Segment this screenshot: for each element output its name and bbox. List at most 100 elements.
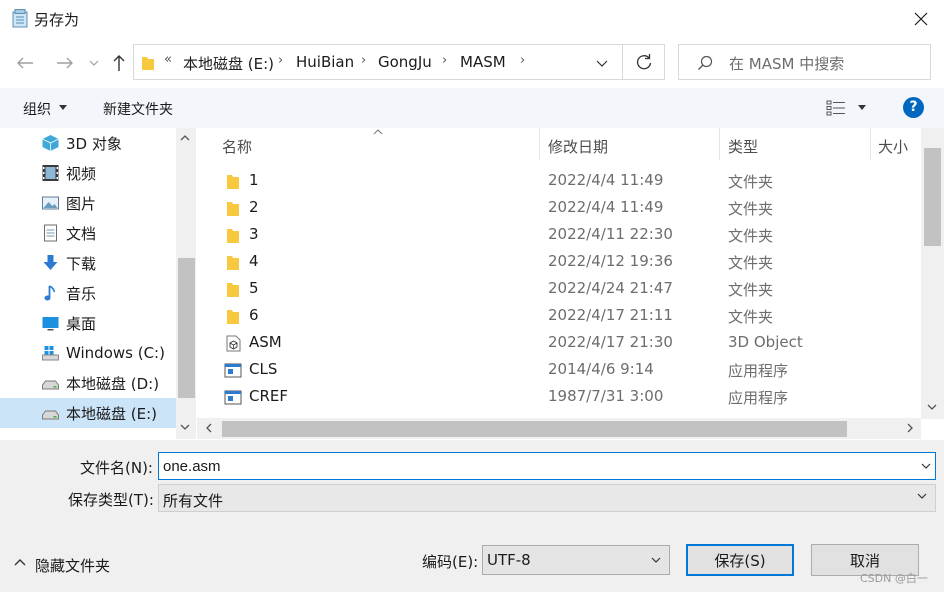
- encoding-select[interactable]: UTF-8: [482, 545, 670, 575]
- file-row[interactable]: 5 2022/4/24 21:47 文件夹: [197, 276, 917, 303]
- nav-label: 视频: [66, 164, 97, 183]
- nav-scroll-down-icon[interactable]: [180, 424, 190, 431]
- organize-dropdown-icon: [59, 105, 67, 110]
- music-icon: [44, 285, 56, 301]
- nav-item-windows-c[interactable]: Windows (C:): [0, 338, 176, 368]
- chevron-up-icon[interactable]: [14, 558, 26, 566]
- column-header-name[interactable]: 名称: [222, 136, 252, 157]
- sort-ascending-icon: [373, 129, 383, 135]
- recent-locations-button[interactable]: [86, 55, 102, 71]
- file-type: 文件夹: [728, 200, 774, 218]
- column-divider[interactable]: [539, 128, 540, 160]
- file-row[interactable]: CLS 2014/4/6 9:14 应用程序: [197, 357, 917, 384]
- nav-item-drive-d[interactable]: 本地磁盘 (D:): [0, 368, 176, 398]
- file-row[interactable]: 6 2022/4/17 21:11 文件夹: [197, 303, 917, 330]
- help-button[interactable]: ?: [903, 97, 924, 118]
- view-dropdown-icon[interactable]: [858, 105, 866, 110]
- filetype-label: 保存类型(T):: [68, 491, 154, 509]
- help-icon: ?: [909, 99, 918, 115]
- file-row[interactable]: 3 2022/4/11 22:30 文件夹: [197, 222, 917, 249]
- column-header-type[interactable]: 类型: [728, 136, 758, 157]
- 3d-file-icon: [226, 335, 241, 352]
- file-name: CREF: [249, 387, 289, 405]
- filename-history-chevron-icon[interactable]: [921, 463, 931, 469]
- file-row[interactable]: 4 2022/4/12 19:36 文件夹: [197, 249, 917, 276]
- nav-label: 本地磁盘 (E:): [66, 404, 158, 423]
- close-button[interactable]: [898, 0, 944, 38]
- nav-label: 音乐: [66, 284, 97, 303]
- app-icon: [224, 363, 242, 378]
- app-icon: [224, 390, 242, 405]
- column-header-size[interactable]: 大小: [878, 136, 908, 157]
- file-type: 应用程序: [728, 389, 789, 407]
- save-button[interactable]: 保存(S): [686, 544, 794, 576]
- video-icon: [42, 165, 59, 181]
- column-header-date[interactable]: 修改日期: [548, 136, 608, 157]
- file-type: 文件夹: [728, 281, 774, 299]
- file-type: 文件夹: [728, 308, 774, 326]
- nav-item-3d-objects[interactable]: 3D 对象: [0, 128, 176, 158]
- nav-item-desktop[interactable]: 桌面: [0, 308, 176, 338]
- nav-item-documents[interactable]: 文档: [0, 218, 176, 248]
- back-button[interactable]: [12, 50, 38, 76]
- file-name: 1: [249, 171, 259, 189]
- folder-icon: [227, 256, 239, 270]
- address-bar[interactable]: « 本地磁盘 (E:) › HuiBian › GongJu › MASM ›: [133, 44, 623, 80]
- close-icon: [914, 12, 928, 26]
- breadcrumb-drive-e[interactable]: 本地磁盘 (E:): [183, 53, 274, 74]
- encoding-value: UTF-8: [487, 551, 531, 569]
- windows-drive-icon: [42, 346, 59, 361]
- folder-icon: [142, 57, 154, 70]
- search-input[interactable]: 在 MASM 中搜索: [729, 53, 844, 74]
- file-row[interactable]: ASM 2022/4/17 21:30 3D Object: [197, 330, 917, 357]
- file-row[interactable]: 1 2022/4/4 11:49 文件夹: [197, 168, 917, 195]
- nav-scroll-up-icon[interactable]: [180, 134, 190, 141]
- refresh-button[interactable]: [623, 44, 665, 80]
- new-folder-button[interactable]: 新建文件夹: [103, 99, 173, 119]
- nav-item-drive-e[interactable]: 本地磁盘 (E:): [0, 398, 176, 428]
- arrow-up-icon: [113, 55, 125, 71]
- column-divider[interactable]: [719, 128, 720, 160]
- scroll-right-icon[interactable]: [907, 423, 914, 433]
- filename-field[interactable]: [158, 452, 936, 480]
- scroll-down-icon[interactable]: [927, 404, 937, 411]
- folder-icon: [227, 310, 239, 324]
- file-row[interactable]: 2 2022/4/4 11:49 文件夹: [197, 195, 917, 222]
- nav-item-downloads[interactable]: 下载: [0, 248, 176, 278]
- file-date: 2022/4/24 21:47: [548, 279, 673, 297]
- breadcrumb-huibian[interactable]: HuiBian: [296, 53, 354, 71]
- drive-icon: [42, 380, 59, 390]
- scroll-left-icon[interactable]: [205, 423, 212, 433]
- nav-item-videos[interactable]: 视频: [0, 158, 176, 188]
- hide-folders-button[interactable]: 隐藏文件夹: [35, 555, 110, 576]
- forward-button[interactable]: [52, 50, 78, 76]
- file-date: 2022/4/17 21:30: [548, 333, 673, 351]
- file-date: 2014/4/6 9:14: [548, 360, 654, 378]
- column-divider[interactable]: [870, 128, 871, 160]
- search-icon: [698, 55, 713, 70]
- file-row[interactable]: CREF 1987/7/31 3:00 应用程序: [197, 384, 917, 411]
- address-history-chevron-icon[interactable]: [596, 60, 608, 67]
- horizontal-scrollbar-thumb[interactable]: [222, 421, 847, 437]
- nav-item-music[interactable]: 音乐: [0, 278, 176, 308]
- breadcrumb-masm[interactable]: MASM: [460, 53, 506, 71]
- watermark: CSDN @白一: [860, 572, 928, 585]
- up-button[interactable]: [108, 50, 130, 76]
- organize-button[interactable]: 组织: [23, 99, 51, 119]
- vertical-scrollbar-thumb[interactable]: [924, 148, 941, 246]
- file-date: 2022/4/11 22:30: [548, 225, 673, 243]
- breadcrumb-gongju[interactable]: GongJu: [378, 53, 432, 71]
- drive-icon: [42, 410, 59, 420]
- filetype-select[interactable]: 所有文件: [158, 484, 936, 512]
- notepad-icon: [12, 9, 28, 28]
- nav-scrollbar-thumb[interactable]: [178, 258, 195, 398]
- search-box[interactable]: 在 MASM 中搜索: [678, 44, 931, 80]
- breadcrumb-overflow[interactable]: «: [164, 52, 172, 67]
- file-date: 2022/4/4 11:49: [548, 171, 664, 189]
- nav-item-pictures[interactable]: 图片: [0, 188, 176, 218]
- nav-label: 文档: [66, 224, 97, 243]
- file-name: 5: [249, 279, 259, 297]
- breadcrumb-separator: ›: [361, 53, 367, 68]
- view-options-icon[interactable]: [826, 100, 846, 116]
- desktop-icon: [42, 317, 59, 331]
